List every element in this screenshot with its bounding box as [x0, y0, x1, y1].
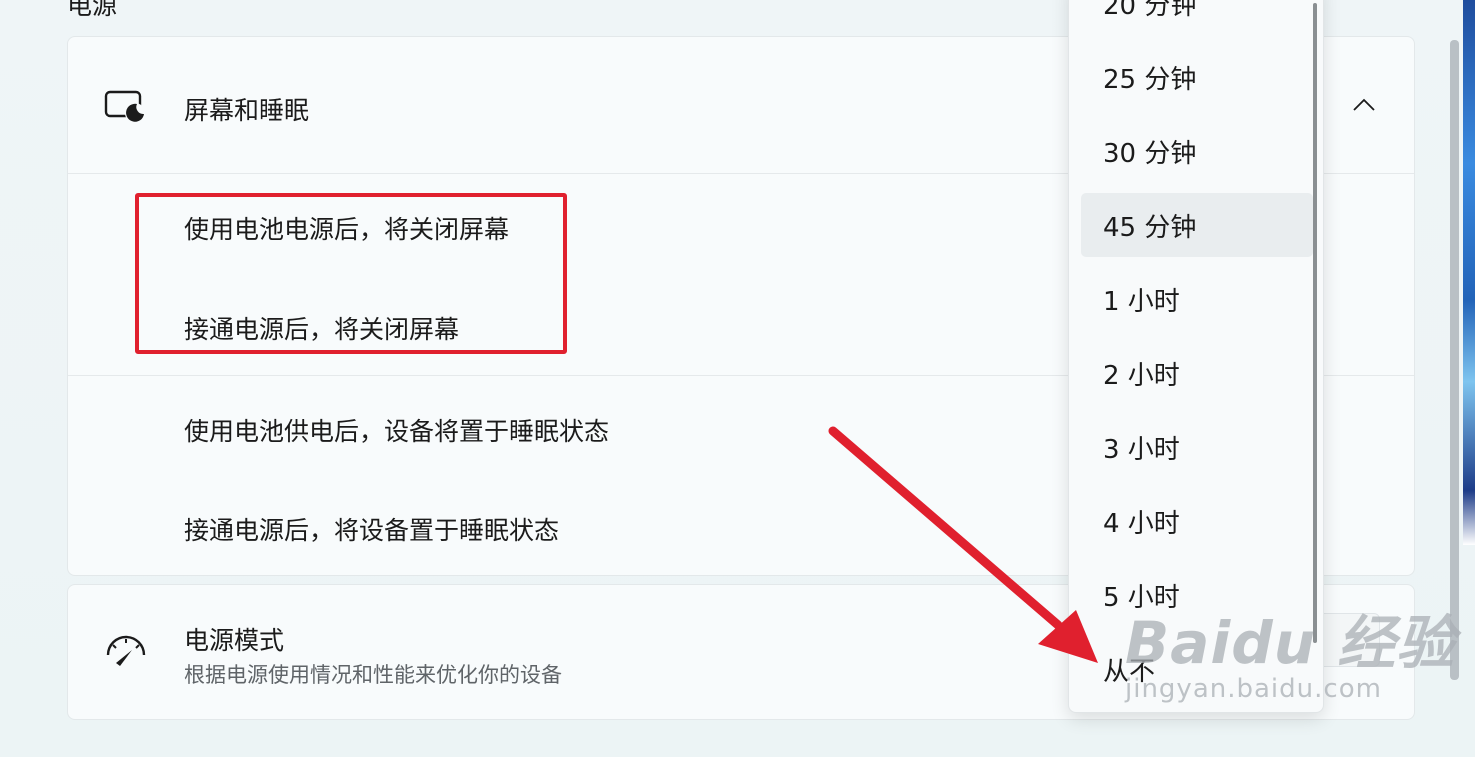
- settings-window: 电源 屏幕和睡眠 使用电池电源后，将关闭屏幕 接通电源后，将关闭屏幕 使用电池供…: [0, 0, 1475, 757]
- watermark-main: Baidu 经验: [1125, 609, 1456, 677]
- baidu-watermark: Baidu 经验 jingyan.baidu.com: [1125, 596, 1455, 704]
